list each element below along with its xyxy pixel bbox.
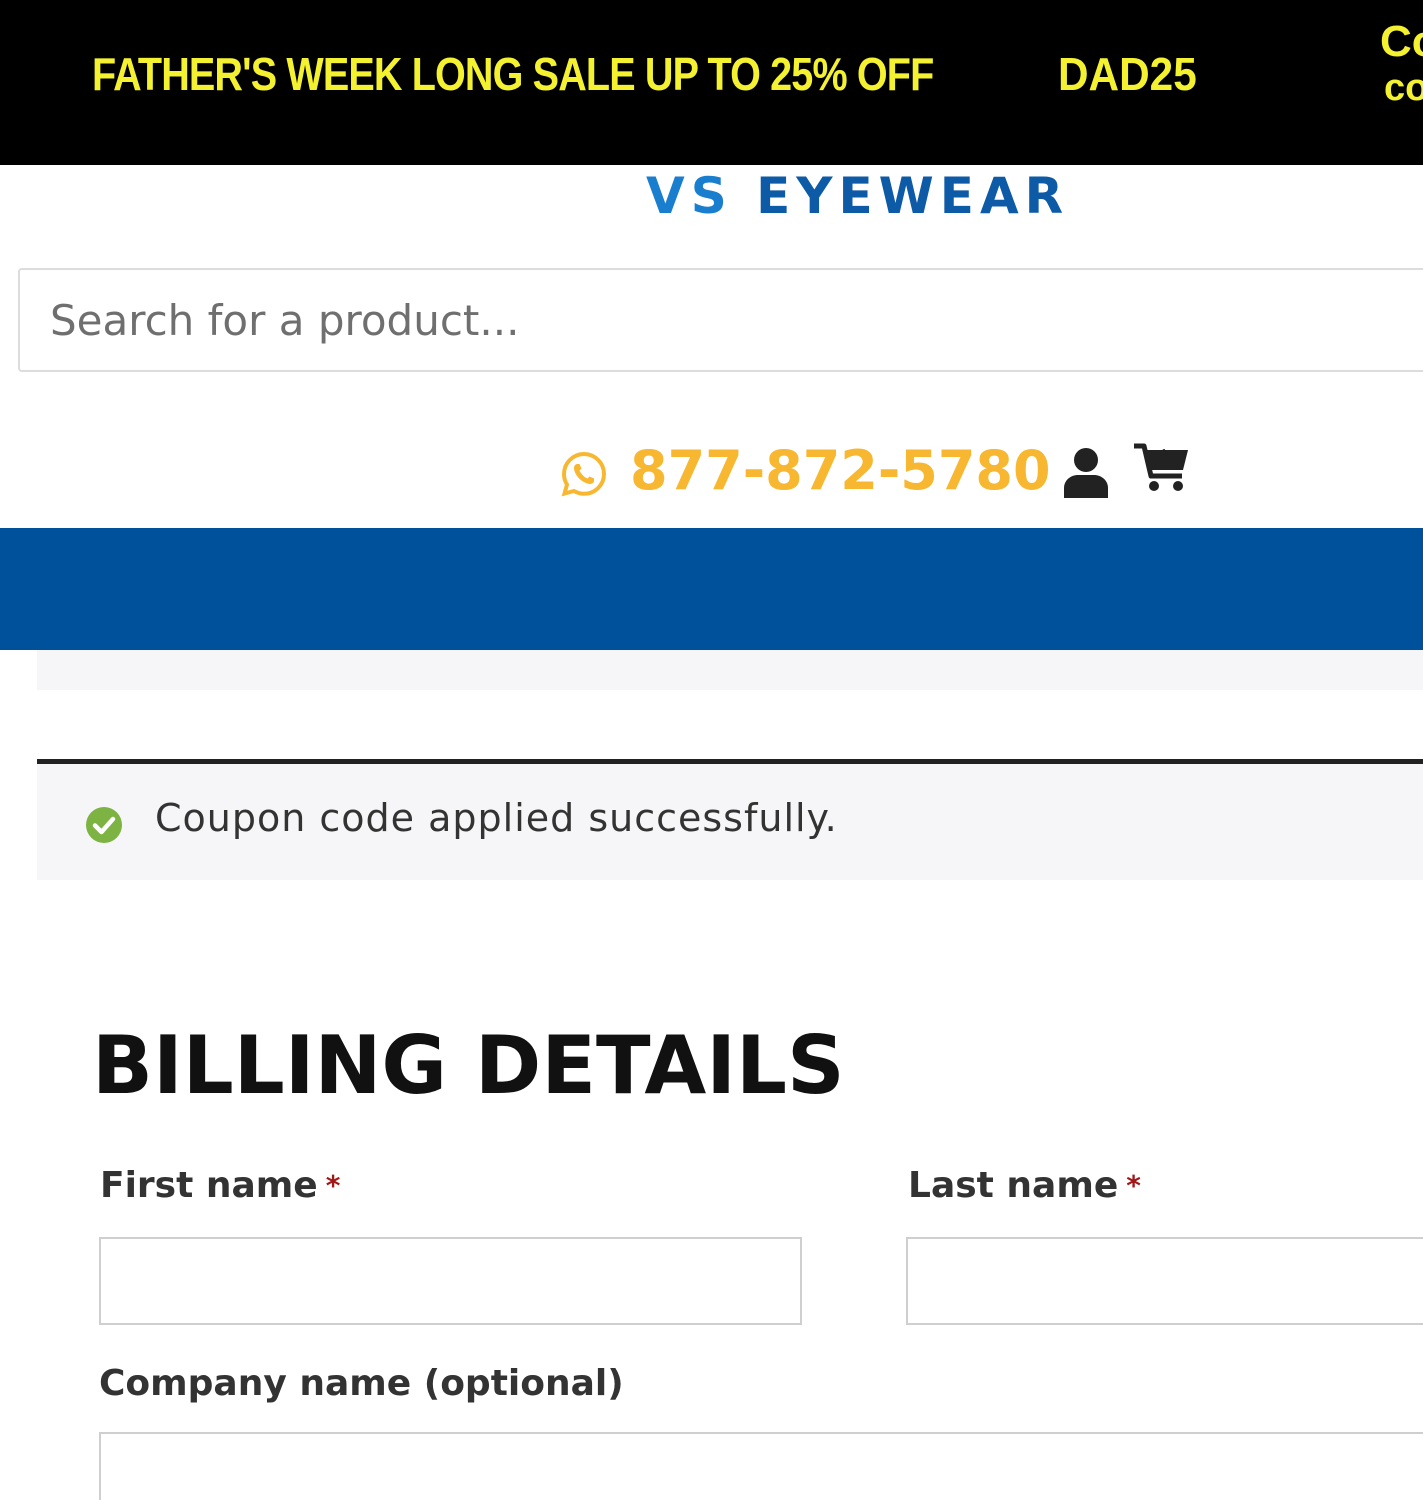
company-name-field[interactable]	[101, 1434, 1423, 1500]
first-name-field-box	[99, 1237, 802, 1325]
promo-headline: FATHER'S WEEK LONG SALE UP TO 25% OFF	[92, 48, 934, 100]
promo-banner: FATHER'S WEEK LONG SALE UP TO 25% OFF DA…	[0, 0, 1423, 165]
user-account-icon[interactable]	[1062, 446, 1110, 498]
last-name-field-box	[906, 1237, 1423, 1325]
notice-message: Coupon code applied successfully.	[155, 796, 838, 840]
cart-count: 1	[1159, 446, 1170, 465]
promo-cutoff-line-2: co	[1384, 67, 1423, 109]
coupon-success-notice: Coupon code applied successfully.	[37, 759, 1423, 880]
search-box	[18, 268, 1423, 372]
required-marker: *	[325, 1169, 341, 1202]
last-name-label-text: Last name	[908, 1165, 1119, 1206]
company-name-label: Company name (optional)	[99, 1363, 624, 1404]
promo-code: DAD25	[1058, 48, 1197, 100]
promo-cutoff-text: Co co	[1380, 17, 1423, 109]
required-marker: *	[1126, 1169, 1141, 1202]
site-logo[interactable]: VS EYEWEAR	[646, 168, 1069, 224]
main-nav-bar	[0, 528, 1423, 650]
first-name-label-text: First name	[100, 1165, 318, 1206]
first-name-field[interactable]	[101, 1239, 800, 1323]
phone-link[interactable]: 877-872-5780	[630, 438, 1051, 504]
logo-eyewear: EYEWEAR	[756, 167, 1070, 225]
logo-vs: VS	[646, 167, 733, 225]
company-name-field-box	[99, 1432, 1423, 1500]
check-circle-icon	[86, 807, 122, 843]
whatsapp-icon[interactable]	[560, 450, 608, 498]
promo-cutoff-line-1: Co	[1380, 17, 1423, 66]
last-name-label: Last name *	[908, 1164, 1141, 1208]
search-input[interactable]	[20, 270, 1423, 370]
last-name-field[interactable]	[908, 1239, 1423, 1323]
breadcrumb-strip	[37, 650, 1423, 690]
billing-details-heading: BILLING DETAILS	[92, 1019, 845, 1112]
first-name-label: First name *	[100, 1164, 340, 1208]
